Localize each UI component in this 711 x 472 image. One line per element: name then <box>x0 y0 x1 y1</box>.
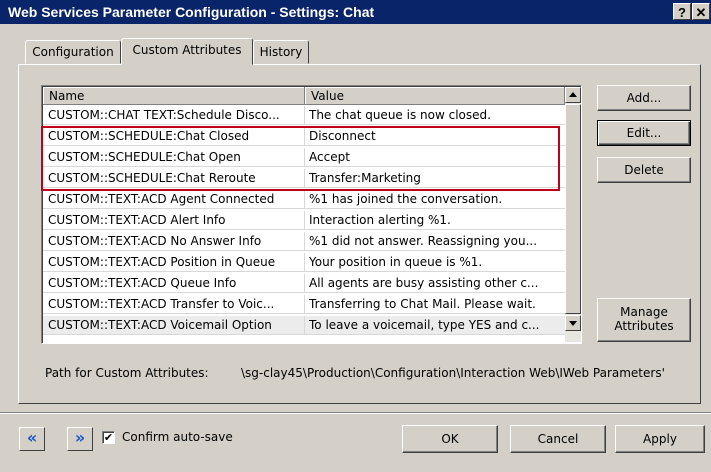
back-button[interactable]: « <box>19 427 45 451</box>
ok-button[interactable]: OK <box>402 425 498 453</box>
table-row[interactable]: CUSTOM::TEXT:ACD Queue Info All agents ar… <box>43 274 565 293</box>
table-row[interactable]: CUSTOM::SCHEDULE:Chat Reroute Transfer:Ma… <box>43 169 565 188</box>
apply-button-label: Apply <box>643 432 677 446</box>
cancel-button-label: Cancel <box>537 432 579 446</box>
forward-button[interactable]: » <box>67 427 93 451</box>
attribute-name: CUSTOM::TEXT:ACD No Answer Info <box>48 234 262 248</box>
vertical-scrollbar[interactable] <box>565 87 581 342</box>
apply-button[interactable]: Apply <box>615 425 705 453</box>
attribute-name: CUSTOM::TEXT:ACD Agent Connected <box>48 192 275 206</box>
manage-attributes-button[interactable]: Manage Attributes <box>597 298 691 342</box>
window-title: Web Services Parameter Configuration - S… <box>8 4 375 20</box>
attributes-list[interactable]: Name Value CUSTOM::CHAT TEXT:Schedule Di… <box>41 85 582 344</box>
attribute-value: The chat queue is now closed. <box>309 108 491 122</box>
attribute-value: Your position in queue is %1. <box>309 255 483 269</box>
confirm-autosave-checkbox[interactable]: ✔ <box>102 431 115 444</box>
cancel-button[interactable]: Cancel <box>510 425 606 453</box>
ok-button-label: OK <box>441 432 459 446</box>
double-chevron-right-icon: » <box>74 428 86 447</box>
table-row[interactable]: CUSTOM::SCHEDULE:Chat Closed Disconnect <box>43 127 565 146</box>
attribute-name: CUSTOM::SCHEDULE:Chat Reroute <box>48 171 256 185</box>
attribute-value: Disconnect <box>309 129 376 143</box>
scrollbar-thumb[interactable] <box>565 104 581 314</box>
scroll-down-button[interactable] <box>565 315 581 331</box>
attribute-value: All agents are busy assisting other c... <box>309 276 539 290</box>
column-header-value[interactable]: Value <box>305 87 565 105</box>
attribute-value: Accept <box>309 150 350 164</box>
checkmark-icon: ✔ <box>103 431 114 444</box>
table-row[interactable]: CUSTOM::SCHEDULE:Chat Open Accept <box>43 148 565 167</box>
path-value: \sg-clay45\Production\Configuration\Inte… <box>241 366 665 380</box>
table-row[interactable]: CUSTOM::TEXT:ACD Agent Connected %1 has j… <box>43 190 565 209</box>
delete-button[interactable]: Delete <box>597 157 691 183</box>
edit-button-label: Edit... <box>626 126 662 140</box>
tab-custom-attributes[interactable]: Custom Attributes <box>121 38 253 65</box>
attribute-name: CUSTOM::TEXT:ACD Queue Info <box>48 276 237 290</box>
attribute-value: Interaction alerting %1. <box>309 213 451 227</box>
attribute-value: Transferring to Chat Mail. Please wait. <box>309 297 536 311</box>
scroll-up-button[interactable] <box>565 87 581 103</box>
table-row[interactable]: CUSTOM::CHAT TEXT:Schedule Disco... The c… <box>43 106 565 125</box>
manage-label-line1: Manage <box>620 305 668 319</box>
confirm-autosave-label[interactable]: Confirm auto-save <box>122 430 233 444</box>
footer-divider <box>0 412 711 414</box>
table-row[interactable]: CUSTOM::TEXT:ACD Voicemail Option To leav… <box>43 316 565 335</box>
table-row[interactable]: CUSTOM::TEXT:ACD No Answer Info %1 did no… <box>43 232 565 251</box>
attribute-value: Transfer:Marketing <box>309 171 421 185</box>
attribute-name: CUSTOM::SCHEDULE:Chat Open <box>48 150 241 164</box>
attribute-name: CUSTOM::TEXT:ACD Transfer to Voic... <box>48 297 275 311</box>
arrow-down-icon <box>569 321 577 326</box>
table-row[interactable]: CUSTOM::TEXT:ACD Alert Info Interaction a… <box>43 211 565 230</box>
tab-history[interactable]: History <box>253 40 309 64</box>
table-row[interactable]: CUSTOM::TEXT:ACD Transfer to Voic... Tran… <box>43 295 565 314</box>
close-button[interactable]: ✕ <box>692 3 710 20</box>
add-button[interactable]: Add... <box>597 85 691 111</box>
attribute-name: CUSTOM::TEXT:ACD Voicemail Option <box>48 318 272 332</box>
path-label: Path for Custom Attributes: <box>45 366 209 380</box>
title-bar[interactable]: Web Services Parameter Configuration - S… <box>0 0 711 24</box>
column-header-name[interactable]: Name <box>43 87 305 105</box>
tab-configuration[interactable]: Configuration <box>25 40 121 64</box>
delete-button-label: Delete <box>624 163 664 177</box>
attribute-value: %1 has joined the conversation. <box>309 192 503 206</box>
table-row[interactable]: CUSTOM::TEXT:ACD Position in Queue Your p… <box>43 253 565 272</box>
attribute-value: %1 did not answer. Reassigning you... <box>309 234 538 248</box>
arrow-up-icon <box>569 92 577 97</box>
edit-button[interactable]: Edit... <box>597 120 691 146</box>
attribute-name: CUSTOM::TEXT:ACD Alert Info <box>48 213 226 227</box>
attribute-value: To leave a voicemail, type YES and c... <box>309 318 540 332</box>
double-chevron-left-icon: « <box>26 428 38 447</box>
attribute-name: CUSTOM::TEXT:ACD Position in Queue <box>48 255 276 269</box>
attribute-name: CUSTOM::SCHEDULE:Chat Closed <box>48 129 250 143</box>
attribute-name: CUSTOM::CHAT TEXT:Schedule Disco... <box>48 108 280 122</box>
help-button[interactable]: ? <box>673 3 691 20</box>
add-button-label: Add... <box>626 91 662 105</box>
manage-label-line2: Attributes <box>614 319 674 333</box>
